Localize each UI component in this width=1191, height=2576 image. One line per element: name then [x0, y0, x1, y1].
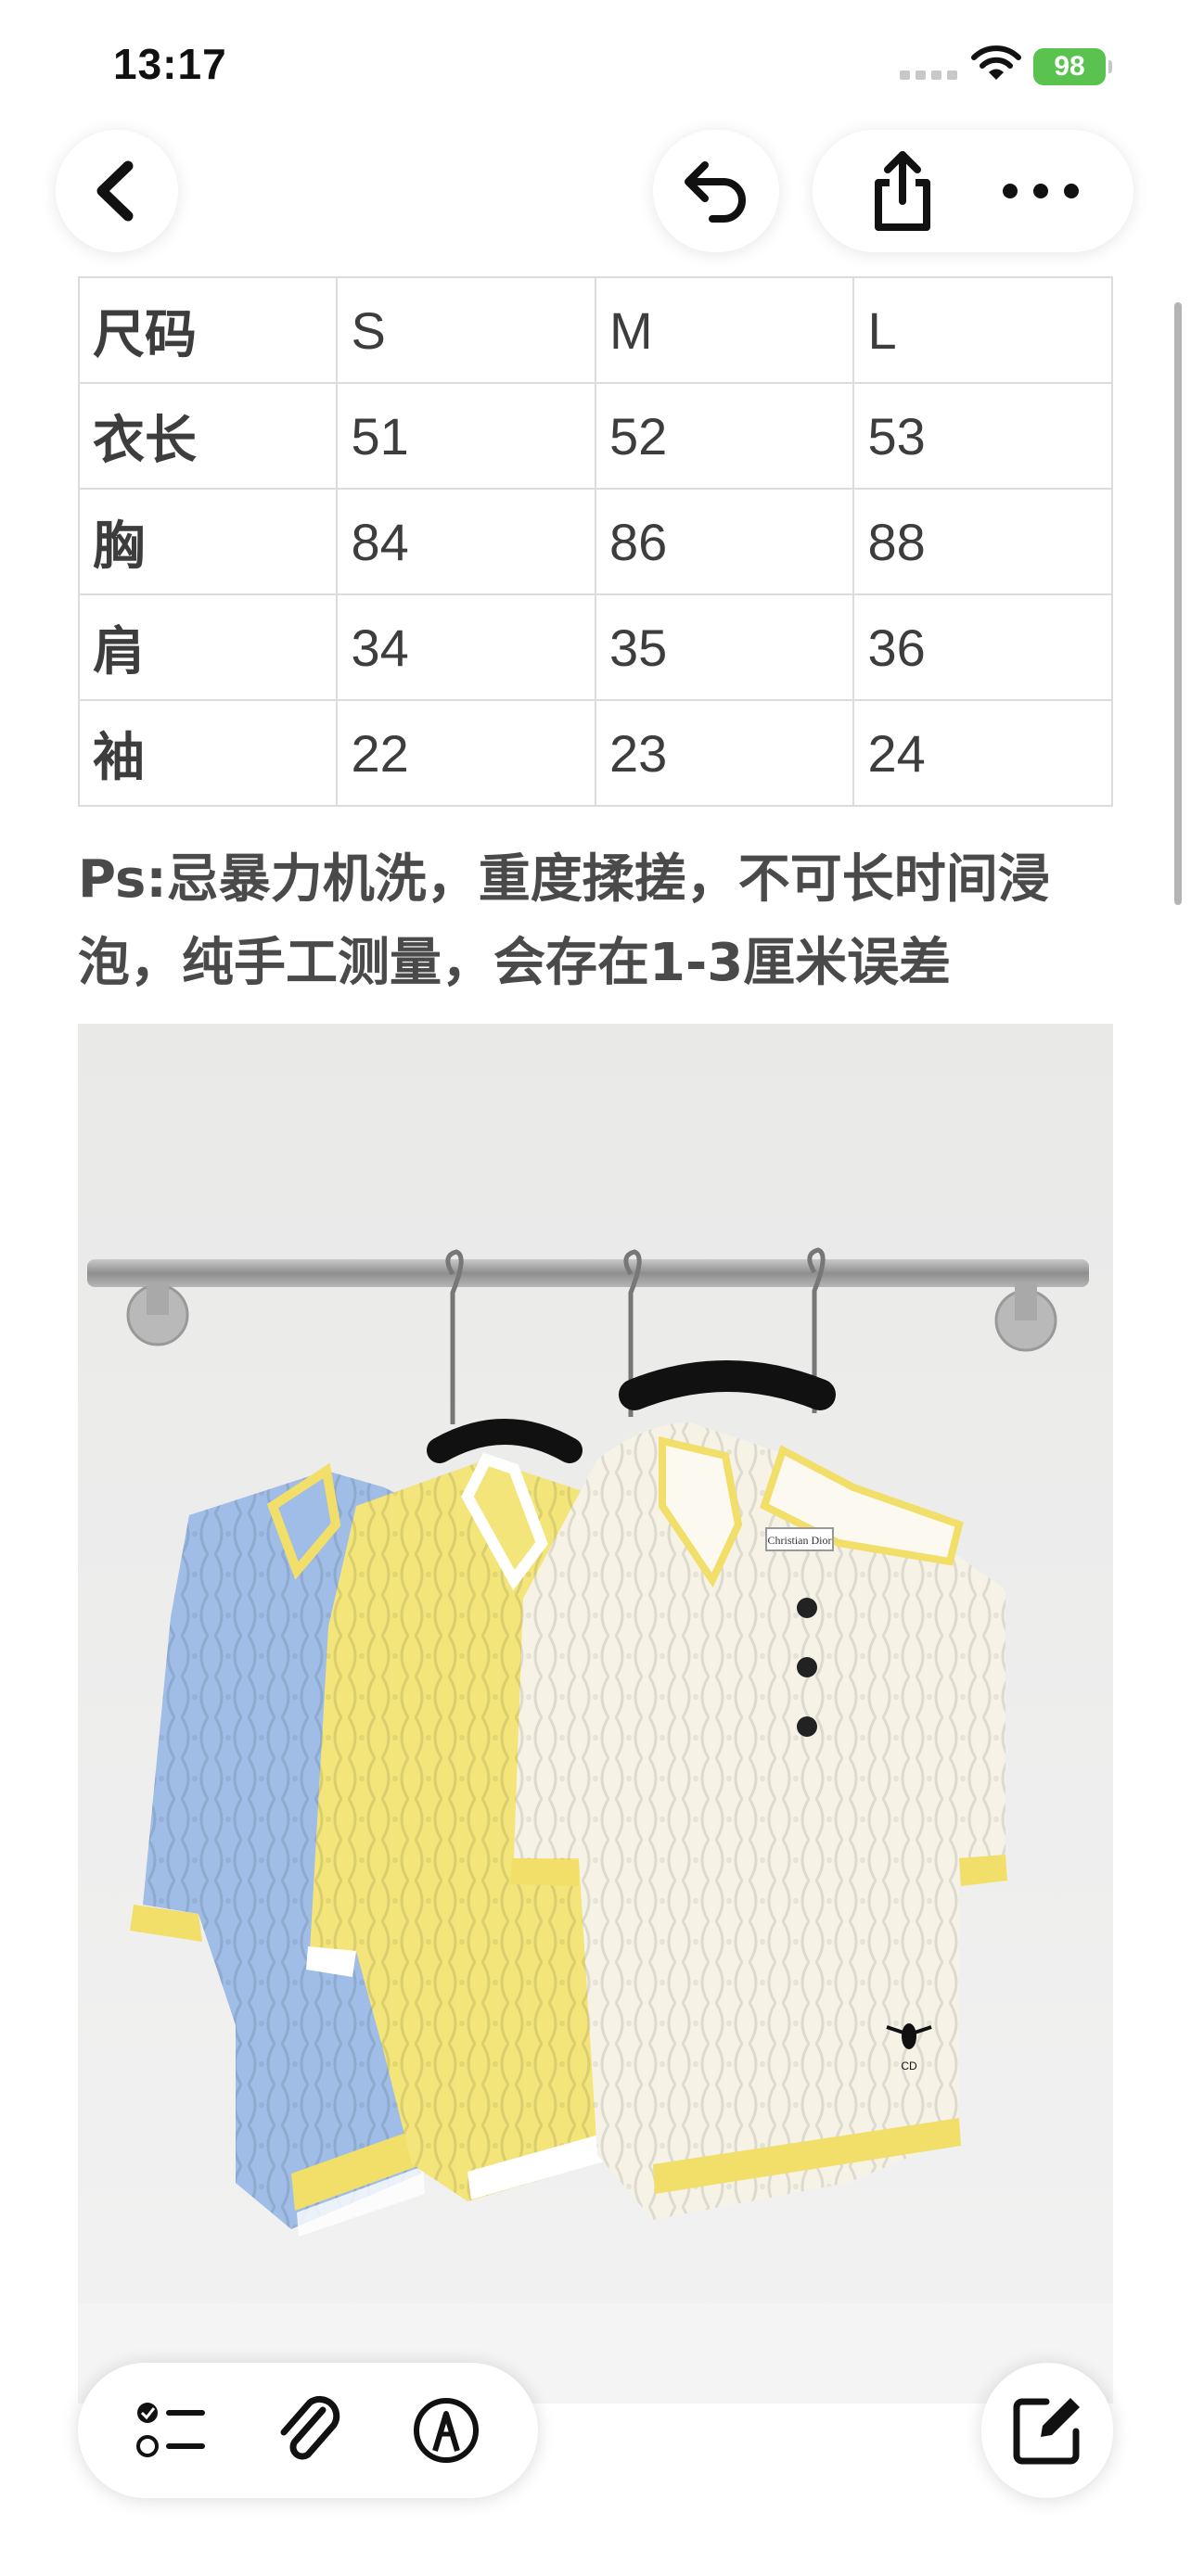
- ellipsis-icon[interactable]: [1001, 182, 1081, 200]
- table-row: 胸 84 86 88: [77, 488, 1113, 595]
- table-cell: 34: [336, 593, 596, 701]
- table-cell: 肩: [77, 593, 339, 701]
- table-cell: 尺码: [77, 276, 339, 384]
- table-cell: 23: [594, 699, 855, 807]
- table-cell: 88: [852, 488, 1113, 595]
- table-cell: 35: [594, 593, 855, 701]
- table-cell: 86: [594, 488, 855, 595]
- table-cell: M: [594, 276, 855, 384]
- care-note: Ps:忌暴力机洗，重度揉搓，不可长时间浸 泡，纯手工测量，会存在1-3厘米误差: [78, 838, 1126, 1005]
- size-table: 尺码 S M L 衣长 51 52 53 胸 84 86 88 肩 34 35 …: [77, 276, 1113, 807]
- table-row: 肩 34 35 36: [77, 593, 1113, 701]
- table-cell: 53: [852, 382, 1113, 490]
- status-time: 13:17: [113, 40, 227, 88]
- svg-text:CD: CD: [901, 2060, 917, 2072]
- pen-circle-icon[interactable]: [411, 2395, 481, 2466]
- table-cell: L: [852, 276, 1113, 384]
- wifi-icon: [971, 45, 1021, 80]
- table-row: 袖 22 23 24: [77, 699, 1113, 807]
- undo-icon: [685, 161, 746, 223]
- garment-label: Christian Dior: [768, 1534, 832, 1547]
- care-note-line: Ps:忌暴力机洗，重度揉搓，不可长时间浸: [78, 849, 1050, 910]
- table-cell: 24: [852, 699, 1113, 807]
- checklist-icon[interactable]: [134, 2398, 209, 2463]
- table-cell: 胸: [77, 488, 339, 595]
- table-cell: S: [336, 276, 596, 384]
- table-cell: 84: [336, 488, 596, 595]
- table-row: 衣长 51 52 53: [77, 382, 1113, 490]
- battery-level: 98: [1054, 51, 1085, 82]
- undo-button[interactable]: [653, 130, 779, 252]
- table-cell: 51: [336, 382, 596, 490]
- cellular-signal-icon: [900, 70, 957, 80]
- paperclip-icon[interactable]: [275, 2393, 345, 2468]
- actions-pill: [813, 130, 1133, 252]
- bottom-toolbar: [78, 2363, 538, 2498]
- table-cell: 22: [336, 699, 596, 807]
- care-note-line: 泡，纯手工测量，会存在1-3厘米误差: [78, 933, 952, 993]
- share-icon[interactable]: [865, 149, 940, 233]
- chevron-left-icon: [96, 160, 134, 222]
- compose-icon: [1013, 2398, 1080, 2465]
- scrollbar[interactable]: [1174, 302, 1182, 905]
- table-cell: 52: [594, 382, 855, 490]
- table-cell: 衣长: [77, 382, 339, 490]
- compose-button[interactable]: [981, 2363, 1113, 2498]
- table-cell: 袖: [77, 699, 339, 807]
- product-photo[interactable]: Christian Dior CD: [78, 1024, 1113, 2404]
- table-cell: 36: [852, 593, 1113, 701]
- battery-indicator: 98: [1033, 48, 1112, 85]
- table-row: 尺码 S M L: [77, 276, 1113, 384]
- product-photo-illustration: Christian Dior CD: [78, 1024, 1113, 2404]
- back-button[interactable]: [56, 130, 178, 252]
